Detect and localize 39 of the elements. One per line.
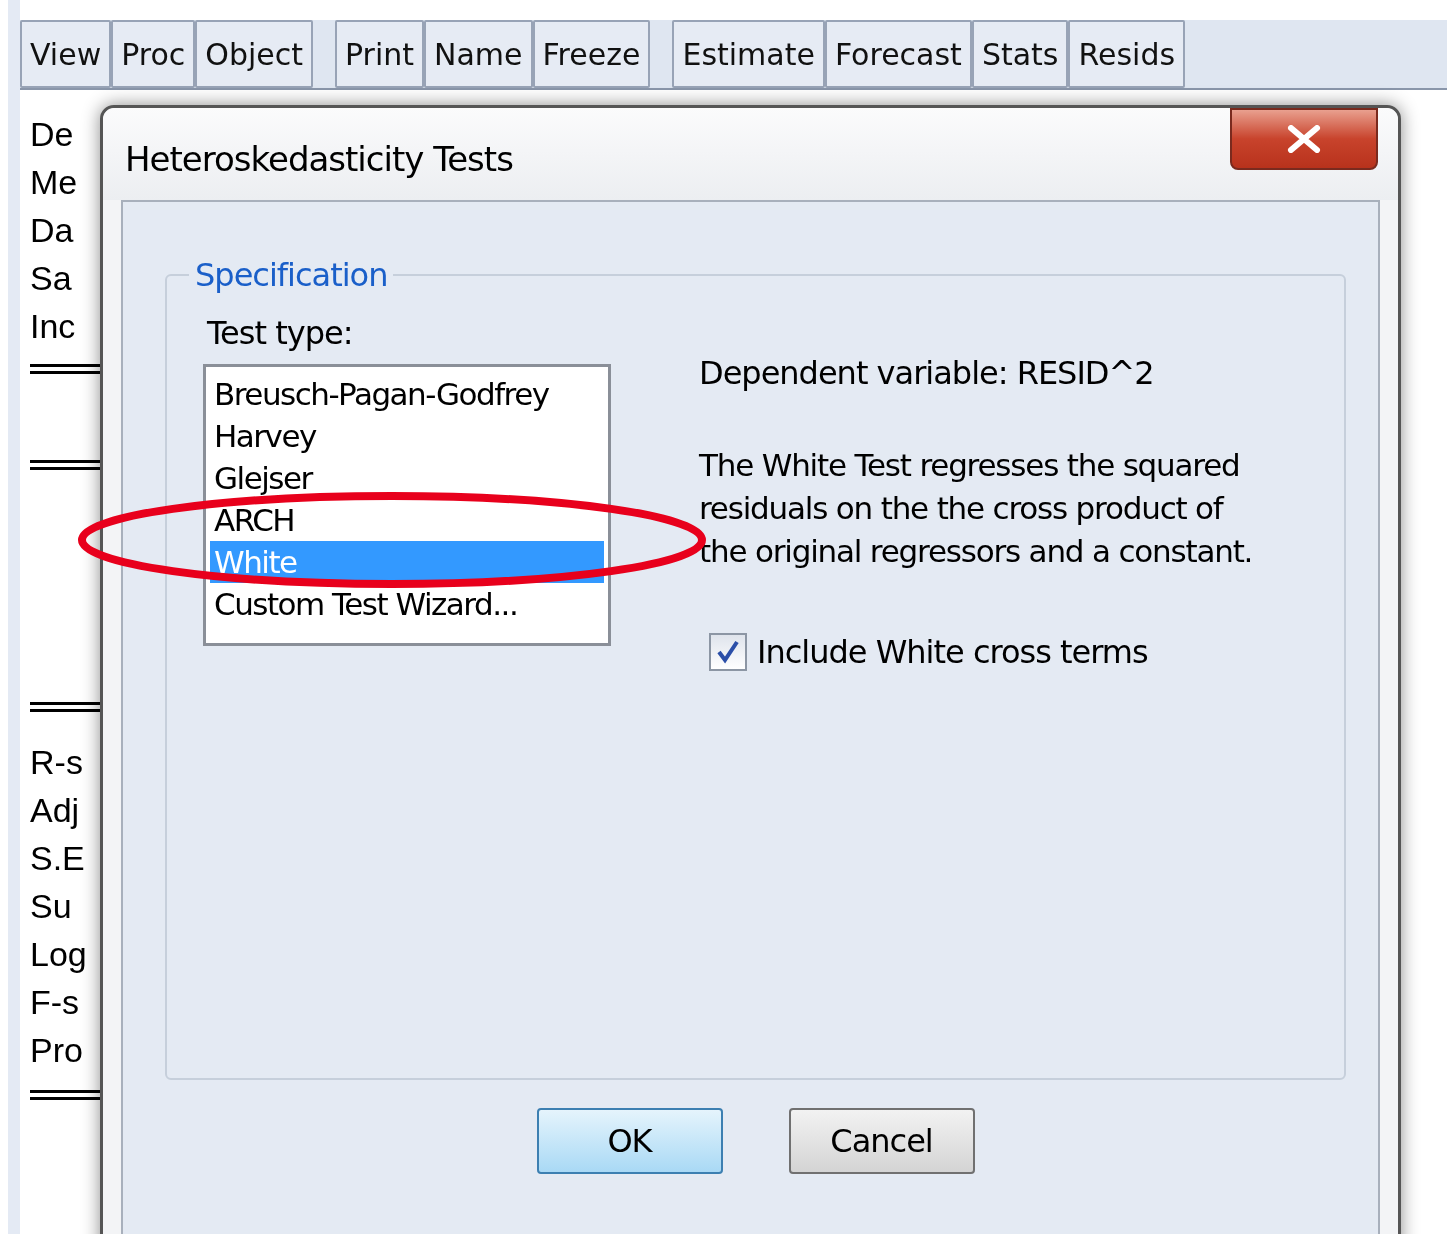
toolbar-button[interactable]: Proc — [111, 20, 196, 88]
output-text: Sa — [30, 258, 73, 299]
dialog-title: Heteroskedasticity Tests — [125, 139, 513, 179]
output-text: F-s — [30, 982, 81, 1023]
list-item[interactable]: Glejser — [210, 457, 604, 499]
output-text: Pro — [30, 1030, 84, 1071]
close-button[interactable] — [1230, 108, 1378, 170]
output-text: R-s — [30, 742, 84, 783]
checkbox-label: Include White cross terms — [757, 633, 1148, 671]
dialog-button[interactable]: Cancel — [788, 1108, 975, 1174]
test-type-label: Test type: — [207, 314, 354, 352]
dialog-button[interactable]: OK — [536, 1108, 723, 1174]
toolbar-button[interactable]: Object — [195, 20, 313, 88]
list-item[interactable]: Harvey — [210, 415, 604, 457]
checkbox[interactable] — [709, 633, 747, 671]
toolbar-button[interactable]: View — [20, 20, 112, 88]
list-item[interactable]: Breusch-Pagan-Godfrey — [210, 373, 604, 415]
output-text: Log — [30, 934, 88, 975]
dependent-variable-text: Dependent variable: RESID^2 — [699, 354, 1155, 392]
toolbar-button[interactable]: Estimate — [672, 20, 825, 88]
close-icon — [1287, 125, 1321, 153]
list-item[interactable]: ARCH — [210, 499, 604, 541]
list-item[interactable]: Custom Test Wizard... — [210, 583, 604, 625]
output-text: Da — [30, 210, 75, 251]
output-text: S.E — [30, 838, 86, 879]
output-text: Adj — [30, 790, 81, 831]
group-title: Specification — [194, 256, 389, 294]
test-type-list[interactable]: Breusch-Pagan-Godfrey Harvey Glejser ARCH White Custom Test Wizard... — [203, 364, 611, 646]
output-text: Su — [30, 886, 73, 927]
checkmark-icon — [715, 639, 741, 665]
output-text: Inc — [30, 306, 77, 347]
toolbar-button[interactable]: Freeze — [532, 20, 651, 88]
toolbar-button[interactable]: Forecast — [824, 20, 972, 88]
toolbar-button[interactable]: Print — [335, 20, 425, 88]
output-text: Me — [30, 162, 79, 203]
output-text: De — [30, 114, 75, 155]
toolbar-button[interactable]: Name — [424, 20, 533, 88]
toolbar-button[interactable]: Stats — [971, 20, 1069, 88]
toolbar-button[interactable]: Resids — [1068, 20, 1186, 88]
